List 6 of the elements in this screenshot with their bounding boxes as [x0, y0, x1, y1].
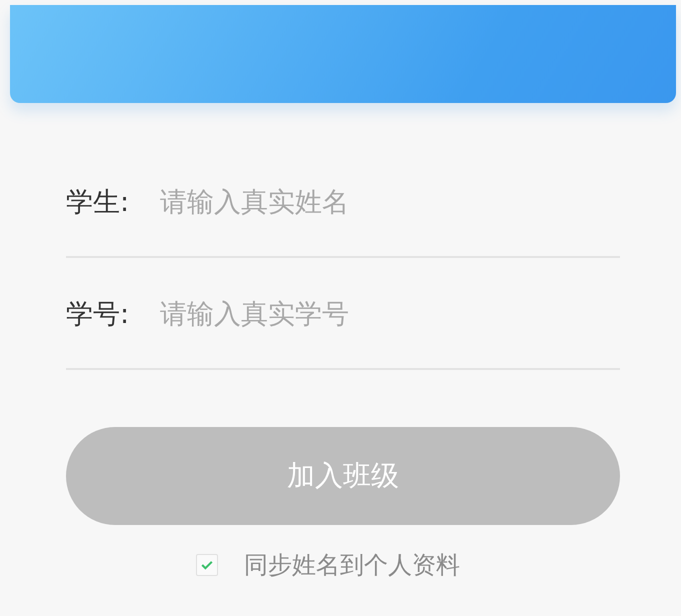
checkbox[interactable]: [196, 554, 218, 576]
sync-name-label: 同步姓名到个人资料: [244, 550, 460, 581]
input-field[interactable]: 请输入真实姓名: [158, 186, 620, 218]
input-field[interactable]: 请输入真实学号: [158, 298, 620, 330]
field-label: 学生:: [66, 186, 130, 220]
field-label: 学号:: [66, 298, 130, 332]
